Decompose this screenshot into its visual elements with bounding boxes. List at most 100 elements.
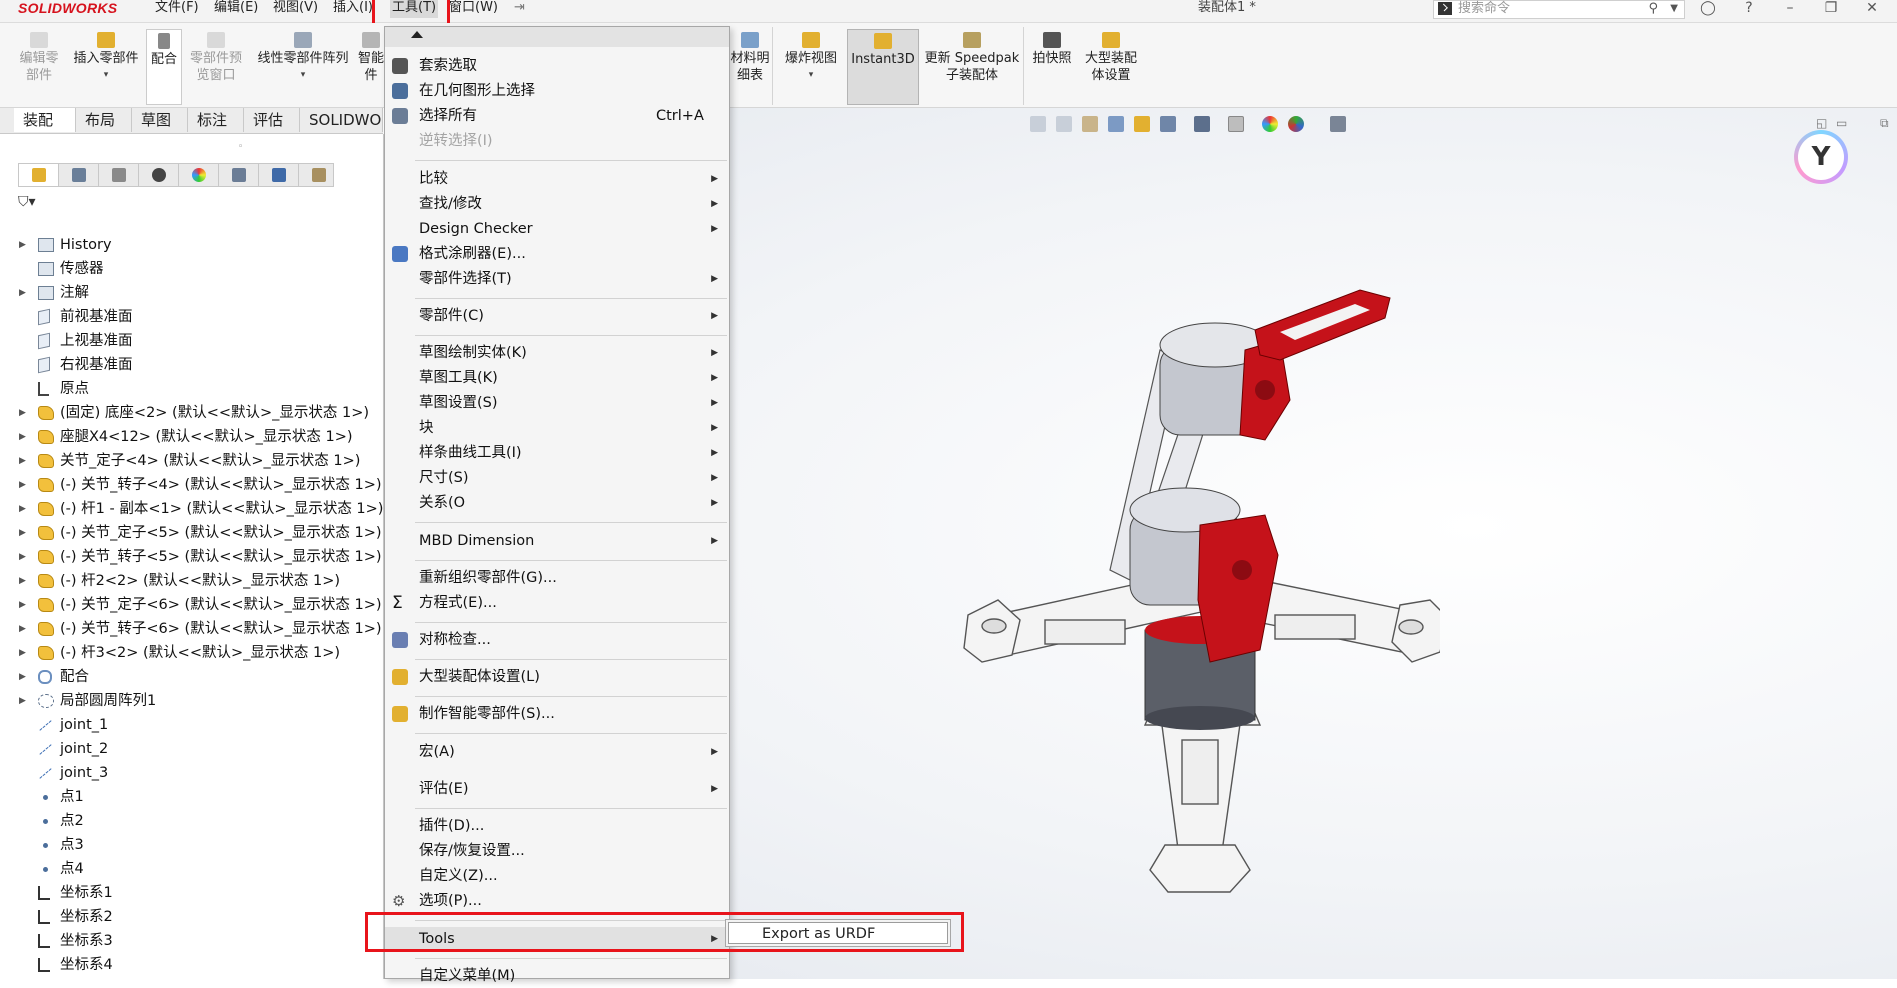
expand-arrow-icon[interactable]: ▶ bbox=[19, 571, 26, 591]
expand-arrow-icon[interactable]: ▶ bbox=[19, 475, 26, 495]
expand-arrow-icon[interactable]: ▶ bbox=[19, 499, 26, 519]
tree-item[interactable]: 右视基准面 bbox=[0, 355, 383, 375]
tools-menu-item[interactable]: 零部件(C) ▶ bbox=[385, 304, 729, 328]
linear-pattern-button[interactable]: 线性零部件阵列 ▾ bbox=[252, 29, 354, 105]
tab-assembly[interactable]: 装配体 bbox=[14, 108, 76, 153]
tools-menu-item[interactable]: 制作智能零部件(S)... bbox=[385, 702, 729, 726]
tools-menu-item[interactable]: 尺寸(S) ▶ bbox=[385, 466, 729, 490]
tools-menu-item[interactable]: 自定义(Z)... bbox=[385, 864, 729, 888]
tree-item[interactable]: ▶ History bbox=[0, 235, 383, 255]
tools-menu-item[interactable]: 查找/修改 ▶ bbox=[385, 192, 729, 216]
tools-menu-item[interactable]: 选择所有 Ctrl+A bbox=[385, 104, 729, 128]
previous-view-icon[interactable] bbox=[1082, 116, 1098, 132]
dynamic-annotation-icon[interactable] bbox=[1134, 116, 1150, 132]
tools-menu-item[interactable]: 零部件选择(T) ▶ bbox=[385, 267, 729, 291]
tools-menu-item[interactable]: 草图工具(K) ▶ bbox=[385, 366, 729, 390]
tree-item[interactable]: ▶ 局部圆周阵列1 bbox=[0, 691, 383, 711]
chevron-down-icon[interactable]: ▾ bbox=[69, 67, 143, 84]
tree-item[interactable]: 坐标系1 bbox=[0, 883, 383, 903]
insert-component-button[interactable]: 插入零部件 ▾ bbox=[69, 29, 143, 105]
tree-item[interactable]: ▶ 配合 bbox=[0, 667, 383, 687]
smart-fastener-button[interactable]: 智能 件 bbox=[358, 29, 384, 105]
tools-menu-item[interactable]: 格式涂刷器(E)... bbox=[385, 242, 729, 266]
edit-component-button[interactable]: 编辑零 部件 bbox=[14, 29, 64, 105]
tree-item[interactable]: 坐标系2 bbox=[0, 907, 383, 927]
tab-layout[interactable]: 布局 bbox=[76, 108, 132, 132]
expand-arrow-icon[interactable]: ▶ bbox=[19, 643, 26, 663]
expand-arrow-icon[interactable]: ▶ bbox=[19, 667, 26, 687]
expand-arrow-icon[interactable]: ▶ bbox=[19, 691, 26, 711]
tools-menu-item[interactable]: 草图绘制实体(K) ▶ bbox=[385, 341, 729, 365]
view-settings-icon[interactable] bbox=[1330, 116, 1346, 132]
tools-menu-item[interactable]: 块 ▶ bbox=[385, 416, 729, 440]
edit-appearance-icon[interactable] bbox=[1262, 116, 1278, 132]
minimize-icon[interactable]: – bbox=[1782, 1, 1798, 15]
tools-menu-item[interactable]: 关系(O ▶ bbox=[385, 491, 729, 515]
graphics-maximize-icon[interactable]: ▭ bbox=[1836, 116, 1847, 130]
expand-arrow-icon[interactable]: ▶ bbox=[19, 427, 26, 447]
tree-item[interactable]: 点1 bbox=[0, 787, 383, 807]
dimxpert-tab[interactable] bbox=[139, 164, 179, 186]
chevron-down-icon[interactable]: ▼ bbox=[1670, 1, 1678, 17]
menu-view[interactable]: 视图(V) bbox=[273, 0, 318, 18]
tree-item[interactable]: ▶ (-) 杆1 - 副本<1> (默认<<默认>_显示状态 1>) bbox=[0, 499, 383, 519]
tab-evaluate[interactable]: 评估 bbox=[244, 108, 300, 132]
exploded-view-button[interactable]: 爆炸视图 ▾ bbox=[778, 29, 844, 105]
tree-item[interactable]: ▶ (固定) 底座<2> (默认<<默认>_显示状态 1>) bbox=[0, 403, 383, 423]
tools-menu-item[interactable]: 宏(A) ▶ bbox=[385, 740, 729, 764]
update-speedpak-button[interactable]: 更新 Speedpak 子装配体 bbox=[924, 29, 1020, 105]
export-as-urdf-item[interactable]: Export as URDF bbox=[728, 922, 948, 944]
panel-collapse-icon[interactable]: ◦ bbox=[238, 142, 243, 152]
tree-item[interactable]: ▶ (-) 杆2<2> (默认<<默认>_显示状态 1>) bbox=[0, 571, 383, 591]
tree-item[interactable]: 点2 bbox=[0, 811, 383, 831]
tools-menu-item[interactable]: 插件(D)... bbox=[385, 814, 729, 838]
apply-scene-icon[interactable] bbox=[1288, 116, 1304, 132]
menu-window[interactable]: 窗口(W) bbox=[449, 0, 498, 18]
tools-menu-item[interactable]: 重新组织零部件(G)... bbox=[385, 566, 729, 590]
motion-tab[interactable] bbox=[259, 164, 299, 186]
menu-insert[interactable]: 插入(I) bbox=[333, 0, 375, 18]
expand-arrow-icon[interactable]: ▶ bbox=[19, 595, 26, 615]
menu-scroll-up-button[interactable] bbox=[385, 27, 729, 47]
expand-arrow-icon[interactable]: ▶ bbox=[19, 283, 26, 303]
search-icon[interactable]: ⚲ bbox=[1648, 1, 1658, 17]
tree-item[interactable]: ▶ (-) 关节_定子<6> (默认<<默认>_显示状态 1>) bbox=[0, 595, 383, 615]
graphics-tile-icon[interactable]: ⧉ bbox=[1880, 116, 1889, 131]
feature-tree-tab[interactable] bbox=[19, 164, 59, 186]
expand-arrow-icon[interactable]: ▶ bbox=[19, 523, 26, 543]
tools-menu-item[interactable]: ⚙ 选项(P)... bbox=[385, 889, 729, 913]
tools-menu-item[interactable]: 比较 ▶ bbox=[385, 167, 729, 191]
instant3d-button[interactable]: Instant3D bbox=[847, 29, 919, 105]
tree-item[interactable]: 坐标系4 bbox=[0, 955, 383, 975]
user-icon[interactable]: ◯ bbox=[1700, 1, 1716, 15]
mate-button[interactable]: 配合 bbox=[146, 29, 182, 105]
tools-menu-item[interactable]: 自定义菜单(M) bbox=[385, 964, 729, 988]
section-view-icon[interactable] bbox=[1108, 116, 1124, 132]
ai-assistant-icon[interactable]: Y bbox=[1794, 130, 1848, 184]
tree-item[interactable]: ▶ 座腿X4<12> (默认<<默认>_显示状态 1>) bbox=[0, 427, 383, 447]
tools-menu-item[interactable]: 套索选取 bbox=[385, 54, 729, 78]
chevron-down-icon[interactable]: ▾ bbox=[778, 67, 844, 84]
tools-menu-item[interactable]: Σ 方程式(E)... bbox=[385, 591, 729, 615]
display-manager-tab[interactable] bbox=[179, 164, 219, 186]
hide-show-items-icon[interactable] bbox=[1228, 116, 1244, 132]
zoom-to-area-icon[interactable] bbox=[1056, 116, 1072, 132]
tools-menu-item[interactable]: Design Checker ▶ bbox=[385, 217, 729, 241]
tree-item[interactable]: joint_2 bbox=[0, 739, 383, 759]
tree-item[interactable]: joint_3 bbox=[0, 763, 383, 783]
tools-menu-item[interactable]: 对称检查... bbox=[385, 628, 729, 652]
tree-item[interactable]: joint_1 bbox=[0, 715, 383, 735]
cam-tab[interactable] bbox=[219, 164, 259, 186]
tree-item[interactable]: 原点 bbox=[0, 379, 383, 399]
tree-item[interactable]: ▶ (-) 关节_转子<4> (默认<<默认>_显示状态 1>) bbox=[0, 475, 383, 495]
tab-sketch[interactable]: 草图 bbox=[132, 108, 188, 132]
expand-arrow-icon[interactable]: ▶ bbox=[19, 403, 26, 423]
tools-menu-item[interactable]: 样条曲线工具(I) ▶ bbox=[385, 441, 729, 465]
tools-menu-item[interactable]: 草图设置(S) ▶ bbox=[385, 391, 729, 415]
tools-menu-item[interactable]: 大型装配体设置(L) bbox=[385, 665, 729, 689]
tree-item[interactable]: 坐标系3 bbox=[0, 931, 383, 951]
close-icon[interactable]: ✕ bbox=[1864, 1, 1880, 15]
tree-item[interactable]: 上视基准面 bbox=[0, 331, 383, 351]
tab-solidworks-addins[interactable]: SOLIDWOR bbox=[300, 108, 383, 132]
large-assembly-button[interactable]: 大型装配 体设置 bbox=[1080, 29, 1142, 105]
